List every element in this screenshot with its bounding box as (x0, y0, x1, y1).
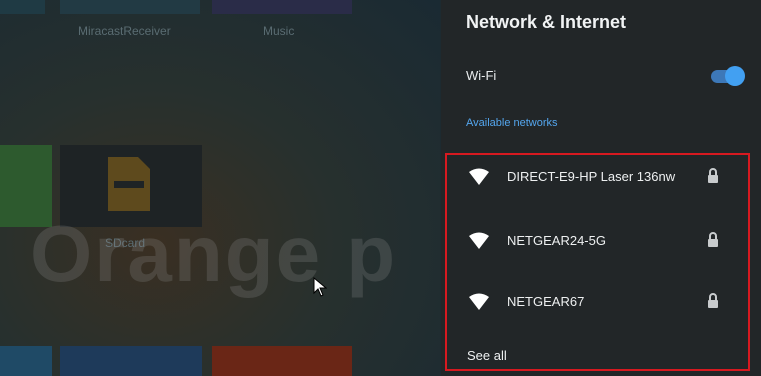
see-all-link[interactable]: See all (467, 348, 507, 363)
mouse-cursor-icon (313, 277, 327, 297)
app-tile-bottom-1[interactable] (0, 346, 52, 376)
lock-icon (708, 232, 718, 247)
app-tile-partial[interactable] (0, 0, 45, 14)
lock-icon (708, 168, 718, 183)
networks-highlight-box: DIRECT-E9-HP Laser 136nw NETGEAR24-5G NE… (445, 153, 750, 371)
app-tile-music[interactable] (212, 0, 352, 14)
network-item[interactable]: NETGEAR24-5G (447, 221, 748, 261)
app-label-miracast: MiracastReceiver (78, 24, 171, 38)
app-tile-bottom-2[interactable] (60, 346, 202, 376)
wifi-icon (469, 168, 489, 185)
app-tile-miracast[interactable] (60, 0, 200, 14)
wifi-toggle-row[interactable]: Wi-Fi (441, 60, 761, 92)
network-settings-panel: Network & Internet Wi-Fi Available netwo… (441, 0, 761, 376)
home-screen-background: MiracastReceiver Music SDcard Orange p (0, 0, 440, 376)
wifi-icon (469, 293, 489, 310)
available-networks-header: Available networks (466, 117, 558, 129)
network-ssid: NETGEAR67 (507, 294, 585, 309)
app-tile-bottom-3[interactable] (212, 346, 352, 376)
panel-title: Network & Internet (466, 12, 627, 32)
network-ssid: NETGEAR24-5G (507, 233, 606, 248)
wifi-icon (469, 232, 489, 249)
network-ssid: DIRECT-E9-HP Laser 136nw (507, 169, 676, 184)
lock-icon (708, 293, 718, 308)
wifi-toggle-thumb[interactable] (725, 66, 745, 86)
brand-watermark: Orange p (30, 209, 398, 298)
app-label-music: Music (263, 24, 295, 38)
sdcard-icon (108, 157, 150, 211)
wifi-label: Wi-Fi (466, 68, 497, 83)
network-item[interactable]: NETGEAR67 (447, 282, 748, 322)
network-item[interactable]: DIRECT-E9-HP Laser 136nw (447, 157, 748, 197)
